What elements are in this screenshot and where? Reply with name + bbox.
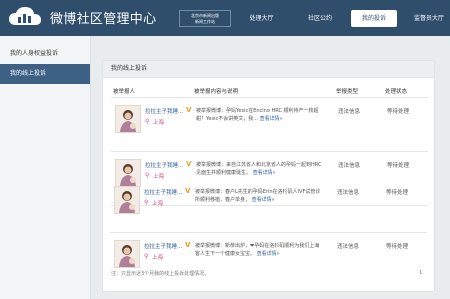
complaint-description: 被举报微博：春户L先生的孕妈Erin在洛杉矶人IVF试管诊所顺利移植，春户单身，… bbox=[195, 188, 323, 204]
column-header-reported-user: 被举报人 bbox=[113, 89, 136, 95]
top-nav: 北京市新闻出版 新闻工作站 处理大厅 社区公约 我的投诉 监督员大厅 bbox=[179, 10, 450, 27]
complaint-description: 被举报微博：新恭出炉，❤孕妈在洛杉矶顺利为我们上海客人生下一个健康女宝宝。 查看… bbox=[195, 242, 323, 258]
column-header-status: 处理状态 bbox=[385, 89, 408, 95]
cloud-logo-icon[interactable] bbox=[7, 5, 43, 29]
panel-title: 我的线上投诉 bbox=[103, 61, 434, 78]
process-status: 等待处理 bbox=[386, 190, 409, 196]
user-location: 上海 bbox=[152, 201, 164, 207]
column-header-content: 被举报内容与说明 bbox=[194, 89, 239, 95]
report-type: 违法信息 bbox=[337, 244, 360, 250]
report-type: 违法信息 bbox=[337, 190, 360, 196]
user-location: 上海 bbox=[152, 255, 164, 261]
avatar-photo bbox=[119, 191, 135, 213]
avatar[interactable] bbox=[114, 186, 140, 214]
avatar-photo bbox=[119, 245, 135, 267]
process-status: 等待处理 bbox=[387, 163, 410, 169]
brand-line-2: 新闻工作站 bbox=[195, 18, 215, 24]
nav-supervisor-hall[interactable]: 监督员大厅 bbox=[403, 10, 450, 27]
reported-user-link[interactable]: 拉拉主子我睡... bbox=[145, 161, 183, 169]
user-location: 上海 bbox=[153, 120, 165, 126]
top-header: 微博社区管理中心 北京市新闻出版 新闻工作站 处理大厅 社区公约 我的投诉 监督… bbox=[0, 0, 450, 36]
reported-user-link[interactable]: 拉拉主子我睡... bbox=[145, 107, 183, 115]
location-pin-icon: ⚲ bbox=[144, 199, 149, 206]
reported-user-link[interactable]: 拉拉主子我睡... bbox=[144, 188, 182, 196]
view-detail-link[interactable]: 查看详情» bbox=[257, 251, 280, 257]
nav-hall[interactable]: 处理大厅 bbox=[234, 10, 289, 27]
avatar[interactable] bbox=[114, 240, 140, 268]
report-type: 违法信息 bbox=[338, 109, 361, 115]
vip-v-icon: V bbox=[186, 160, 192, 168]
location-pin-icon: ⚲ bbox=[145, 118, 150, 125]
table-row: 拉拉主子我睡... ⚲ 上海 V 被举报微博：春户L先生的孕妈Erin在洛杉矶人… bbox=[102, 180, 435, 232]
nav-convention[interactable]: 社区公约 bbox=[297, 10, 343, 27]
brand-badge[interactable]: 北京市新闻出版 新闻工作站 bbox=[179, 10, 231, 27]
reported-user-link[interactable]: 拉拉主子我睡... bbox=[144, 242, 182, 250]
column-header-type: 举报类型 bbox=[336, 89, 359, 95]
avatar[interactable] bbox=[115, 105, 141, 133]
sidebar-item-personal-rights[interactable]: 我的人身权益投诉 bbox=[0, 44, 90, 64]
complaint-text: 被举报微博：孕妈Yesic在Encino HRC 顺利待产一枚超甜！Yesic不… bbox=[196, 108, 319, 122]
table-row: 拉拉主子我睡... ⚲ 上海 V 被举报微博：新恭出炉，❤孕妈在洛杉矶顺利为我们… bbox=[102, 234, 435, 286]
vip-v-icon: V bbox=[185, 241, 191, 249]
avatar-photo bbox=[120, 110, 136, 132]
sidebar: 我的人身权益投诉 我的线上投诉 bbox=[0, 36, 91, 299]
process-status: 等待处理 bbox=[386, 244, 409, 250]
table-row: 拉拉主子我睡... ⚲ 上海 V 被举报微博：孕妈Yesic在Encino HR… bbox=[103, 99, 436, 151]
row-divider bbox=[111, 151, 428, 152]
nav-my-complaints[interactable]: 我的投诉 bbox=[351, 10, 397, 27]
view-detail-link[interactable]: 查看详情» bbox=[260, 116, 283, 122]
report-type: 违法信息 bbox=[338, 163, 361, 169]
vip-v-icon: V bbox=[185, 187, 191, 195]
sidebar-item-online-complaints[interactable]: 我的线上投诉 bbox=[0, 64, 90, 84]
location-pin-icon: ⚲ bbox=[144, 253, 149, 260]
complaint-description: 被举报微博：孕妈Yesic在Encino HRC 顺利待产一枚超甜！Yesic不… bbox=[196, 107, 324, 123]
vip-v-icon: V bbox=[186, 106, 192, 114]
complaint-description: 被举报微博：来自江苏省人和北京省人的孕妈一起到HRC见面生并顺利健康诞生。 查看… bbox=[196, 161, 324, 177]
process-status: 等待处理 bbox=[387, 109, 410, 115]
view-detail-link[interactable]: 查看详情» bbox=[252, 197, 275, 203]
header-divider bbox=[111, 97, 428, 98]
view-detail-link[interactable]: 查看详情» bbox=[253, 170, 276, 176]
location-pin-icon: ⚲ bbox=[145, 172, 150, 179]
site-title[interactable]: 微博社区管理中心 bbox=[50, 8, 156, 27]
